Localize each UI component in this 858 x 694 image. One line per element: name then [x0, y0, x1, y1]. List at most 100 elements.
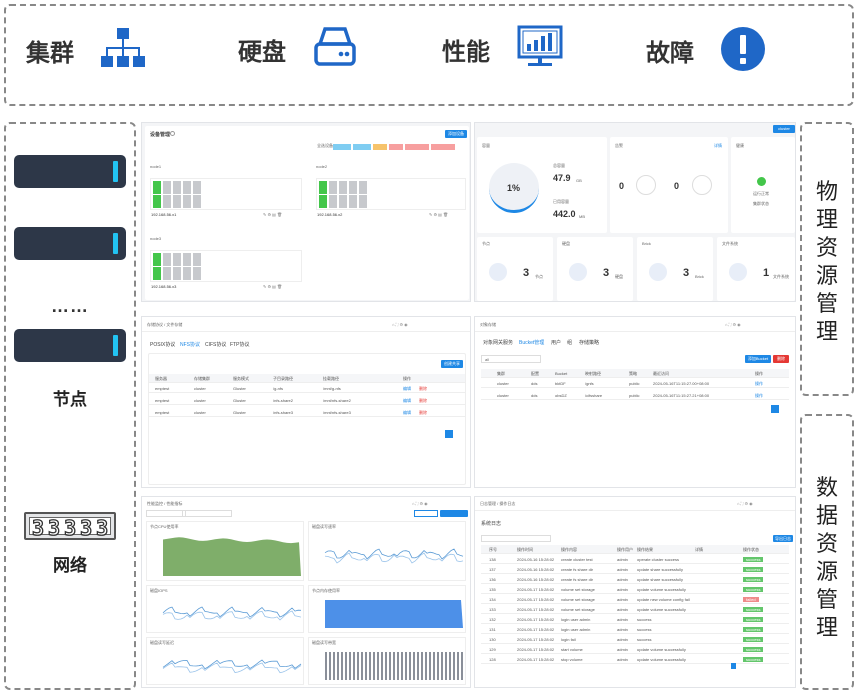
- perf-bar: [449, 652, 451, 680]
- data-resource-label: 数据资源管理: [800, 474, 854, 642]
- perf-bar: [405, 652, 407, 680]
- create-share-button[interactable]: 创建共享: [441, 360, 463, 368]
- perf-bar: [401, 652, 403, 680]
- table-header: 服务器 存储集群 服务模式 子目录路径 挂载路径 操作: [149, 374, 465, 383]
- table-row: 131 2024-05-17 15:28:02 login user admin ad…: [481, 625, 789, 634]
- perf-chart: 磁盘IOPS: [146, 585, 304, 633]
- pagination[interactable]: [771, 405, 779, 413]
- toolbar-icons[interactable]: ⌂ ⛶ ⚙ ◉: [392, 322, 408, 327]
- perf-bar: [361, 652, 363, 680]
- alarm-count: 0: [674, 181, 680, 191]
- toolbar-icons[interactable]: ⌂ ⛶ ⚙ ◉: [412, 501, 428, 506]
- perf-bar: [441, 652, 443, 680]
- table-row: 136 2024-05-16 15:28:02 create fs share di…: [481, 575, 789, 584]
- vertical-char: 管: [815, 291, 838, 316]
- card-title: Brick: [642, 241, 651, 246]
- tab-posix[interactable]: POSIX协议: [150, 341, 175, 348]
- delete-button[interactable]: 删除: [773, 355, 789, 363]
- tab-bucket[interactable]: Bucket管理: [519, 339, 544, 346]
- stat-value: 3: [603, 267, 610, 279]
- hierarchy-icon: [101, 28, 145, 67]
- breadcrumb: 对象存储: [480, 322, 496, 327]
- add-device-button[interactable]: 添加设备: [445, 130, 467, 138]
- stat-unit: Brick: [695, 274, 704, 279]
- pagination[interactable]: [731, 663, 791, 669]
- vertical-char: 理: [815, 615, 838, 640]
- vertical-char: 理: [815, 207, 838, 232]
- refresh-button[interactable]: [414, 510, 438, 517]
- tab-groups[interactable]: 组: [567, 339, 572, 346]
- stat-value: 3: [683, 267, 690, 279]
- perf-bar: [341, 652, 343, 680]
- tab-users[interactable]: 用户: [551, 339, 561, 346]
- tab-nfs[interactable]: NFS协议: [180, 341, 200, 348]
- tab-gateway[interactable]: 对象网关服务: [483, 339, 513, 346]
- table-header: 集群 配置 Bucket 映射路径 策略 最近访问 操作: [481, 369, 789, 378]
- vertical-char: 管: [815, 587, 838, 612]
- node-actions-icon[interactable]: ✎ ⚙ ▤ 🗑: [263, 212, 282, 217]
- vertical-char: 源: [815, 559, 838, 584]
- perf-bar: [417, 652, 419, 680]
- stat-card: 文件系统 1 文件系统: [717, 237, 795, 301]
- vertical-char: 资: [815, 235, 838, 260]
- node-actions-icon[interactable]: ✎ ⚙ ▤ 🗑: [263, 284, 282, 289]
- cluster-select[interactable]: all: [481, 355, 541, 363]
- vertical-char: 源: [815, 263, 838, 288]
- log-title: 系统日志: [481, 521, 502, 527]
- tab-ftp[interactable]: FTP协议: [230, 341, 249, 348]
- perf-series: [324, 552, 464, 564]
- pagination[interactable]: [445, 430, 453, 438]
- alarm-card: 告警 详情 0 0: [610, 137, 728, 233]
- perf-bar: [393, 652, 395, 680]
- alert-icon: [721, 27, 765, 71]
- category-label: 集群: [26, 39, 74, 67]
- breadcrumb: 存储协议 / 文件存储: [147, 322, 183, 327]
- perf-chart: 磁盘读写延迟: [146, 637, 304, 685]
- bucket-screenshot: 对象存储 ⌂ ⛶ ⚙ ◉ 对象网关服务 Bucket管理 用户 组 存储策略 a…: [474, 316, 796, 488]
- server-icon: [14, 227, 126, 260]
- tab-cifs[interactable]: CIFS协议: [205, 341, 226, 348]
- table-header: 序号 操作时间 操作内容 操作用户 操作结果 详情 操作状态: [481, 545, 789, 554]
- database-icon: [649, 263, 667, 281]
- category-cluster: 集群: [26, 28, 146, 72]
- date-filter[interactable]: [481, 535, 551, 542]
- stat-card: Brick 3 Brick: [637, 237, 713, 301]
- perf-bar: [369, 652, 371, 680]
- toolbar-icons[interactable]: ⌂ ⛶ ⚙ ◉: [725, 322, 741, 327]
- perf-bar: [461, 652, 463, 680]
- total-label: 总容量: [553, 163, 565, 168]
- performance-screenshot: 性能监控 / 性能指标 ⌂ ⛶ ⚙ ◉ 节点CPU使用率 磁盘读写速率 磁盘IOPS…: [141, 496, 471, 688]
- node-select[interactable]: [146, 510, 186, 517]
- perf-chart: 磁盘读写速率: [308, 521, 466, 581]
- tab-policy[interactable]: 存储策略: [579, 339, 599, 346]
- time-range-tabs[interactable]: [182, 510, 232, 517]
- perf-bar: [337, 652, 339, 680]
- node-disk-slots: [316, 178, 466, 210]
- add-bucket-button[interactable]: 添加Bucket: [745, 355, 771, 363]
- node-actions-icon[interactable]: ✎ ⚙ ▤ 🗑: [429, 212, 448, 217]
- vertical-char: 资: [815, 531, 838, 556]
- table-row: emptest cluster Gluster/g-nfs/mnt/g-nfs 编辑删…: [149, 384, 465, 393]
- perf-bar: [409, 652, 411, 680]
- perf-chart: 磁盘读写带宽: [308, 637, 466, 685]
- export-button[interactable]: [440, 510, 468, 517]
- alarm-detail-link[interactable]: 详情: [714, 143, 722, 149]
- perf-bar: [329, 652, 331, 680]
- category-label: 性能: [442, 38, 490, 66]
- perf-bar: [357, 652, 359, 680]
- perf-bar: [353, 652, 355, 680]
- cluster-button[interactable]: cluster: [773, 125, 795, 133]
- device-management-screenshot: 设备管理 添加设备 全选设备 node1 192.168.56.x1 ✎ ⚙ ▤…: [141, 122, 471, 302]
- toolbar-icons[interactable]: ⌂ ⛶ ⚙ ◉: [737, 501, 753, 506]
- network-digits: 33333: [31, 515, 113, 540]
- vertical-char: 理: [815, 319, 838, 344]
- network-label: 网络: [53, 556, 87, 575]
- server-icon: [14, 329, 126, 362]
- total-value: 47.9: [553, 173, 571, 183]
- node-name: node1: [150, 164, 162, 169]
- node-icon: [489, 263, 507, 281]
- export-log-button[interactable]: 导出日志: [773, 535, 793, 542]
- perf-bar: [429, 652, 431, 680]
- stat-unit: 文件系统: [773, 274, 789, 279]
- card-title: 硬盘: [562, 241, 570, 246]
